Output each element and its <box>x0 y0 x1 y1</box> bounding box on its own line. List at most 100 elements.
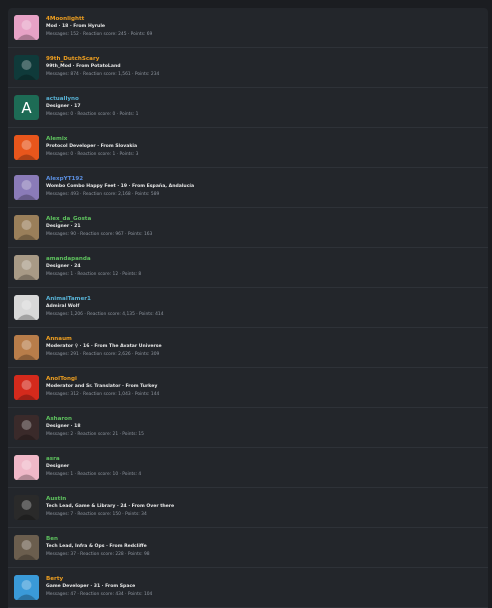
white-wolf-avatar <box>14 295 39 320</box>
member-stats: Messages: 7 · Reaction score: 150 · Poin… <box>46 512 147 517</box>
member-name[interactable]: actuallyno <box>46 95 484 103</box>
member-stats: Messages: 1 · Reaction score: 12 · Point… <box>46 272 142 277</box>
member-stats: Messages: 312 · Reaction score: 1,043 · … <box>46 392 160 397</box>
member-name[interactable]: 99th_DutchScary <box>46 55 484 63</box>
member-info: Alex_da_Gosta Designer · 21 Messages: 90… <box>46 215 484 239</box>
member-name[interactable]: Berty <box>46 575 484 583</box>
member-row: asra Designer Messages: 1 · Reaction sco… <box>8 448 488 488</box>
character-avatar[interactable] <box>14 215 39 240</box>
member-row: 99th_DutchScary 99th_Mod · From PotatoLa… <box>8 48 488 88</box>
member-stats: Messages: 37 · Reaction score: 228 · Poi… <box>46 552 150 557</box>
member-row: 4Moonlightt Mod · 18 · From Hyrule Messa… <box>8 8 488 48</box>
character-avatar <box>14 215 39 240</box>
member-info: Berty Game Developer · 31 · From Space M… <box>46 575 484 599</box>
pink-art-avatar[interactable] <box>14 455 39 480</box>
member-name[interactable]: Ben <box>46 535 484 543</box>
member-title: Admiral Wolf <box>46 304 80 309</box>
flame-a-logo-avatar <box>14 135 39 160</box>
member-stats: Messages: 90 · Reaction score: 967 · Poi… <box>46 232 153 237</box>
pink-art-avatar <box>14 455 39 480</box>
avatar-letter: A <box>21 98 32 117</box>
member-title: Designer · 18 <box>46 424 81 429</box>
person-photo-avatar[interactable] <box>14 535 39 560</box>
member-name[interactable]: Annaum <box>46 335 484 343</box>
member-title: Protocol Developer · From Slovakia <box>46 144 138 149</box>
member-info: 99th_DutchScary 99th_Mod · From PotatoLa… <box>46 55 484 79</box>
member-stats: Messages: 152 · Reaction score: 245 · Po… <box>46 32 153 37</box>
member-title: 99th_Mod · From PotatoLand <box>46 64 121 69</box>
member-info: AnolTongi Moderator and Sr. Translator ·… <box>46 375 484 399</box>
member-info: 4Moonlightt Mod · 18 · From Hyrule Messa… <box>46 15 484 39</box>
mario-avatar <box>14 375 39 400</box>
member-title: Wombo Combo Happy Feet · 19 · From Españ… <box>46 184 195 189</box>
member-title: Moderator and Sr. Translator · From Turk… <box>46 384 158 389</box>
member-name[interactable]: asra <box>46 455 484 463</box>
member-row: AnolTongi Moderator and Sr. Translator ·… <box>8 368 488 408</box>
cheshire-cat-avatar[interactable] <box>14 55 39 80</box>
member-info: AlexpYT192 Wombo Combo Happy Feet · 19 ·… <box>46 175 484 199</box>
member-title: Designer · 21 <box>46 224 81 229</box>
member-title: Tech Lead, Infra & Ops · From Redcliffe <box>46 544 147 549</box>
member-row: Berty Game Developer · 31 · From Space M… <box>8 568 488 608</box>
member-row: Ben Tech Lead, Infra & Ops · From Redcli… <box>8 528 488 568</box>
member-stats: Messages: 2 · Reaction score: 21 · Point… <box>46 432 144 437</box>
member-info: actuallyno Designer · 17 Messages: 0 · R… <box>46 95 484 119</box>
member-info: amandapanda Designer · 24 Messages: 1 · … <box>46 255 484 279</box>
member-name[interactable]: AlexpYT192 <box>46 175 484 183</box>
blue-bird-avatar[interactable] <box>14 575 39 600</box>
member-row: Alemix Protocol Developer · From Slovaki… <box>8 128 488 168</box>
member-name[interactable]: AnolTongi <box>46 375 484 383</box>
dark-character-avatar <box>14 415 39 440</box>
mario-avatar[interactable] <box>14 375 39 400</box>
member-name[interactable]: AnimalTamer1 <box>46 295 484 303</box>
anime-girl-pink-avatar <box>14 15 39 40</box>
member-row: Annaum Moderator ♀ · 16 · From The Avata… <box>8 328 488 368</box>
member-title: Game Developer · 31 · From Space <box>46 584 136 589</box>
member-name[interactable]: Austin <box>46 495 484 503</box>
member-info: AnimalTamer1 Admiral Wolf Messages: 1,20… <box>46 295 484 319</box>
member-row: AnimalTamer1 Admiral Wolf Messages: 1,20… <box>8 288 488 328</box>
member-title: Moderator ♀ · 16 · From The Avatar Unive… <box>46 344 162 349</box>
member-row: Asharon Designer · 18 Messages: 2 · Reac… <box>8 408 488 448</box>
member-row: Austin Tech Lead, Game & Library · 24 · … <box>8 488 488 528</box>
silhouette-avatar[interactable] <box>14 495 39 520</box>
member-row: amandapanda Designer · 24 Messages: 1 · … <box>8 248 488 288</box>
member-name[interactable]: Alemix <box>46 135 484 143</box>
member-title: Designer · 17 <box>46 104 81 109</box>
member-info: asra Designer Messages: 1 · Reaction sco… <box>46 455 484 479</box>
dark-character-avatar[interactable] <box>14 415 39 440</box>
member-stats: Messages: 1,206 · Reaction score: 4,135 … <box>46 312 164 317</box>
member-name[interactable]: Asharon <box>46 415 484 423</box>
member-list: 4Moonlightt Mod · 18 · From Hyrule Messa… <box>8 8 488 608</box>
member-title: Mod · 18 · From Hyrule <box>46 24 106 29</box>
cheshire-cat-avatar <box>14 55 39 80</box>
photo-avatar <box>14 255 39 280</box>
white-wolf-avatar[interactable] <box>14 295 39 320</box>
member-avatar[interactable]: A <box>14 95 39 120</box>
member-row: A actuallyno Designer · 17 Messages: 0 ·… <box>8 88 488 128</box>
member-stats: Messages: 493 · Reaction score: 2,168 · … <box>46 192 160 197</box>
member-stats: Messages: 1 · Reaction score: 10 · Point… <box>46 472 142 477</box>
member-stats: Messages: 291 · Reaction score: 2,626 · … <box>46 352 160 357</box>
member-title: Designer · 24 <box>46 264 81 269</box>
member-info: Ben Tech Lead, Infra & Ops · From Redcli… <box>46 535 484 559</box>
anime-girl-pink-avatar[interactable] <box>14 15 39 40</box>
portrait-avatar <box>14 335 39 360</box>
portrait-avatar[interactable] <box>14 335 39 360</box>
game-scene-avatar[interactable] <box>14 175 39 200</box>
photo-avatar[interactable] <box>14 255 39 280</box>
member-name[interactable]: Alex_da_Gosta <box>46 215 484 223</box>
member-info: Austin Tech Lead, Game & Library · 24 · … <box>46 495 484 519</box>
member-info: Asharon Designer · 18 Messages: 2 · Reac… <box>46 415 484 439</box>
member-title: Designer <box>46 464 70 469</box>
member-name[interactable]: amandapanda <box>46 255 484 263</box>
member-stats: Messages: 0 · Reaction score: 0 · Points… <box>46 112 139 117</box>
member-stats: Messages: 0 · Reaction score: 1 · Points… <box>46 152 139 157</box>
member-title: Tech Lead, Game & Library · 24 · From Ov… <box>46 504 175 509</box>
member-row: Alex_da_Gosta Designer · 21 Messages: 90… <box>8 208 488 248</box>
flame-a-logo-avatar[interactable] <box>14 135 39 160</box>
member-name[interactable]: 4Moonlightt <box>46 15 484 23</box>
blue-bird-avatar <box>14 575 39 600</box>
silhouette-avatar <box>14 495 39 520</box>
member-stats: Messages: 874 · Reaction score: 1,561 · … <box>46 72 160 77</box>
